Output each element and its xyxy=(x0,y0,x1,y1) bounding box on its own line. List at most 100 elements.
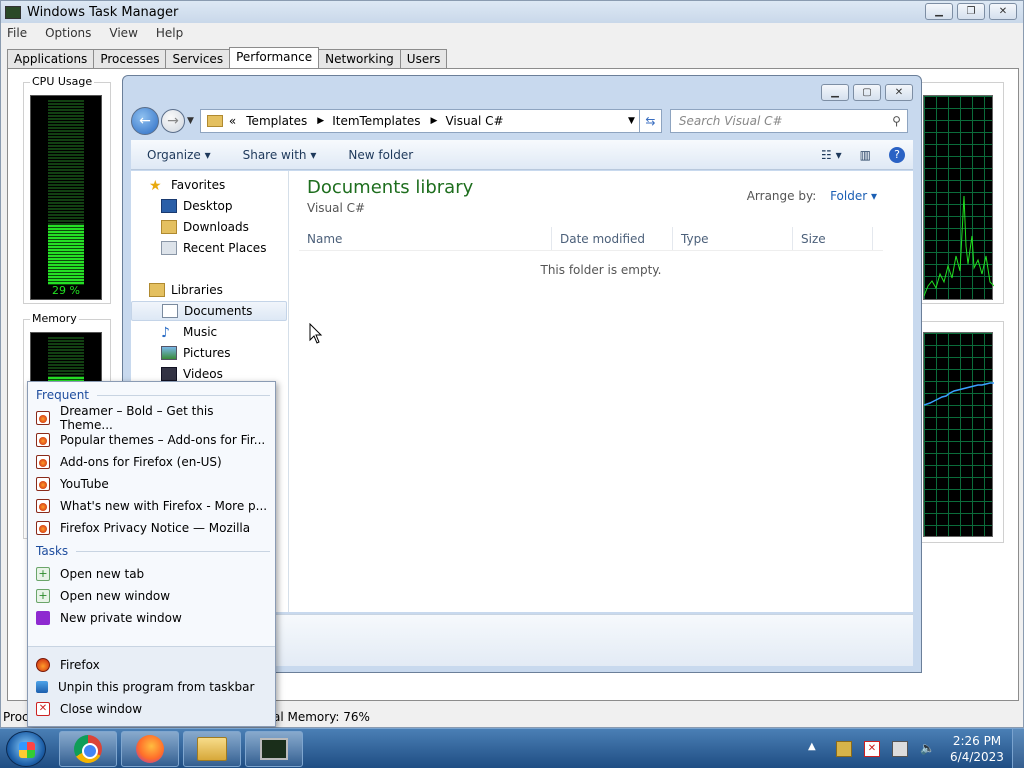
close-window-item[interactable]: ✕ Close window xyxy=(36,699,270,719)
title-bar[interactable]: Windows Task Manager ▁ ❐ ✕ xyxy=(1,1,1023,23)
cpu-history-graph xyxy=(923,95,995,300)
tab-services[interactable]: Services xyxy=(165,49,231,68)
preview-pane-icon[interactable]: ▥ xyxy=(860,148,871,162)
address-dropdown-icon[interactable]: ▼ xyxy=(628,116,635,126)
column-size[interactable]: Size xyxy=(793,227,873,250)
column-type[interactable]: Type xyxy=(673,227,793,250)
mouse-cursor-icon xyxy=(309,323,323,344)
library-title: Documents library xyxy=(307,177,474,198)
close-window-icon: ✕ xyxy=(36,702,50,716)
breadcrumb-itemtemplates[interactable]: ItemTemplates xyxy=(332,114,420,128)
new-folder-button[interactable]: New folder xyxy=(332,148,429,162)
change-view-icon[interactable]: ☷ ▾ xyxy=(821,148,842,162)
firefox-page-icon xyxy=(36,433,50,447)
taskbar-task-manager[interactable] xyxy=(245,731,303,767)
share-with-button[interactable]: Share with ▾ xyxy=(227,148,333,162)
tab-applications[interactable]: Applications xyxy=(7,49,95,68)
breadcrumb-visual-csharp[interactable]: Visual C# xyxy=(445,114,503,128)
command-bar: Organize ▾ Share with ▾ New folder ☷ ▾ ▥… xyxy=(131,140,913,170)
cpu-usage-label: CPU Usage xyxy=(30,75,95,88)
tab-processes[interactable]: Processes xyxy=(93,49,167,68)
chevron-right-icon[interactable]: ▶ xyxy=(317,116,324,126)
memory-label: Memory xyxy=(30,312,79,325)
close-button[interactable]: ✕ xyxy=(989,3,1017,20)
explorer-close-button[interactable]: ✕ xyxy=(885,84,913,101)
forward-button[interactable]: → xyxy=(161,109,185,133)
firefox-page-icon xyxy=(36,455,50,469)
menu-help[interactable]: Help xyxy=(156,26,183,40)
firefox-page-icon xyxy=(36,521,50,535)
taskbar-explorer[interactable] xyxy=(183,731,241,767)
search-input[interactable]: Search Visual C# ⚲ xyxy=(669,109,908,133)
column-date-modified[interactable]: Date modified xyxy=(552,227,673,250)
back-button[interactable]: ← xyxy=(131,107,159,135)
frequent-header: Frequent xyxy=(36,388,270,402)
menu-bar: File Options View Help xyxy=(1,23,1023,43)
firefox-jump-list: Frequent Dreamer – Bold – Get this Theme… xyxy=(27,381,276,727)
menu-file[interactable]: File xyxy=(7,26,27,40)
volume-muted-icon[interactable]: 🔈 xyxy=(920,741,936,757)
search-icon[interactable]: ⚲ xyxy=(892,114,901,128)
arrange-by-dropdown[interactable]: Folder ▾ xyxy=(830,189,877,203)
refresh-button[interactable]: ⇆ xyxy=(639,109,662,133)
tab-performance[interactable]: Performance xyxy=(229,47,320,68)
start-button[interactable] xyxy=(6,731,46,767)
new-private-window-task[interactable]: New private window xyxy=(36,608,270,628)
menu-view[interactable]: View xyxy=(109,26,137,40)
task-manager-icon xyxy=(260,738,288,760)
nav-favorites[interactable]: ★ Favorites xyxy=(149,175,305,195)
jump-list-actions: Firefox Unpin this program from taskbar … xyxy=(28,646,275,726)
tab-strip: Applications Processes Services Performa… xyxy=(7,47,448,68)
action-center-icon[interactable] xyxy=(836,741,852,757)
new-tab-icon: + xyxy=(36,567,50,581)
display-icon[interactable] xyxy=(892,741,908,757)
tab-networking[interactable]: Networking xyxy=(318,49,401,68)
open-new-tab-task[interactable]: + Open new tab xyxy=(36,564,270,584)
tab-users[interactable]: Users xyxy=(399,49,448,68)
taskbar-chrome[interactable] xyxy=(59,731,117,767)
organize-button[interactable]: Organize ▾ xyxy=(131,148,227,162)
show-hidden-icons-icon[interactable]: ▲ xyxy=(808,741,824,757)
column-name[interactable]: Name xyxy=(299,227,552,250)
explorer-maximize-button[interactable]: ▢ xyxy=(853,84,881,101)
explorer-minimize-button[interactable]: ▁ xyxy=(821,84,849,101)
address-overflow[interactable]: « xyxy=(229,114,236,128)
restore-button[interactable]: ❐ xyxy=(957,3,985,20)
status-physical-memory: al Memory: 76% xyxy=(273,710,370,724)
firefox-page-icon xyxy=(36,477,50,491)
nav-libraries[interactable]: Libraries xyxy=(149,280,305,300)
network-icon[interactable]: ✕ xyxy=(864,741,880,757)
nav-documents[interactable]: Documents xyxy=(131,301,287,321)
jump-item-frequent[interactable]: Add-ons for Firefox (en-US) xyxy=(36,452,270,472)
cpu-meter: 29 % xyxy=(30,95,102,300)
memory-history-group xyxy=(918,321,1004,543)
recent-places-icon xyxy=(161,241,177,255)
clock-date: 6/4/2023 xyxy=(950,750,1004,764)
jump-item-frequent[interactable]: Firefox Privacy Notice — Mozilla xyxy=(36,518,270,538)
show-desktop-button[interactable] xyxy=(1012,729,1024,768)
search-placeholder: Search Visual C# xyxy=(678,114,783,128)
documents-icon xyxy=(162,304,178,318)
unpin-from-taskbar[interactable]: Unpin this program from taskbar xyxy=(36,677,270,697)
cpu-meter-fill xyxy=(48,225,84,285)
jump-item-frequent[interactable]: Popular themes – Add-ons for Fir... xyxy=(36,430,270,450)
minimize-button[interactable]: ▁ xyxy=(925,3,953,20)
breadcrumb-templates[interactable]: Templates xyxy=(246,114,307,128)
cpu-history-group xyxy=(918,82,1004,304)
address-bar[interactable]: « Templates ▶ ItemTemplates ▶ Visual C# … xyxy=(199,109,640,133)
jump-item-frequent[interactable]: YouTube xyxy=(36,474,270,494)
clock[interactable]: 2:26 PM 6/4/2023 xyxy=(942,733,1012,765)
jump-item-frequent[interactable]: Dreamer – Bold – Get this Theme... xyxy=(36,404,270,432)
cpu-meter-empty xyxy=(48,100,84,226)
taskbar-firefox[interactable] xyxy=(121,731,179,767)
help-icon[interactable]: ? xyxy=(889,146,905,163)
firefox-app-item[interactable]: Firefox xyxy=(36,655,270,675)
menu-options[interactable]: Options xyxy=(45,26,91,40)
folder-icon xyxy=(206,115,223,127)
cpu-history-line xyxy=(923,195,995,297)
open-new-window-task[interactable]: + Open new window xyxy=(36,586,270,606)
chevron-right-icon[interactable]: ▶ xyxy=(431,116,438,126)
recent-pages-dropdown[interactable]: ▼ xyxy=(187,116,194,126)
jump-item-frequent[interactable]: What's new with Firefox - More p... xyxy=(36,496,270,516)
window-title: Windows Task Manager xyxy=(27,4,179,20)
